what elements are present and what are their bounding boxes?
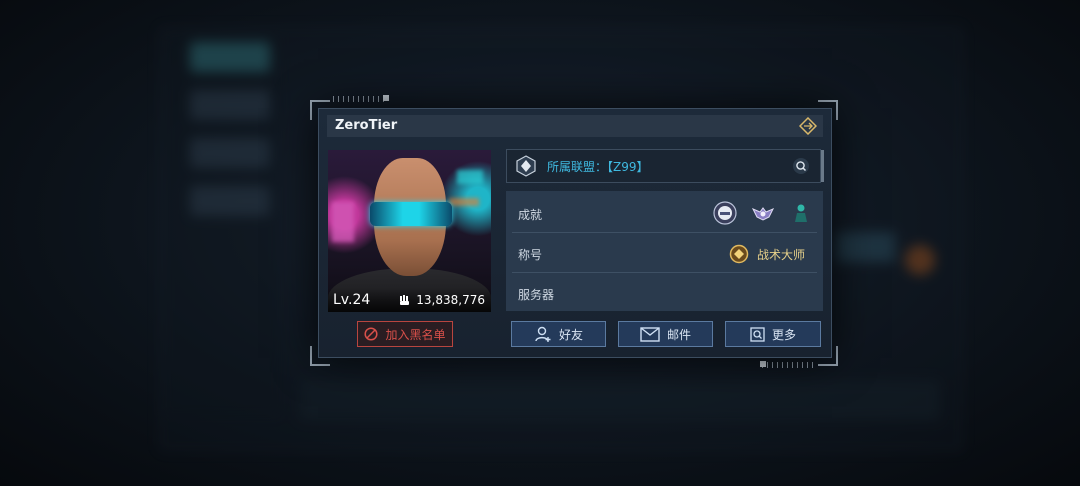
player-name: ZeroTier bbox=[335, 118, 398, 133]
more-label: 更多 bbox=[771, 327, 796, 342]
avatar-neon-light bbox=[332, 202, 354, 242]
ban-icon bbox=[364, 327, 379, 341]
add-friend-button[interactable]: 好友 bbox=[511, 321, 606, 347]
background-pill bbox=[190, 186, 270, 216]
title-row: 称号 战术大师 bbox=[512, 233, 817, 273]
player-info-panel: 所属联盟：【Z99】 成就 称号 战术大师 服务器 bbox=[506, 149, 824, 311]
frame-ticks bbox=[333, 95, 389, 102]
friend-label: 好友 bbox=[558, 327, 583, 342]
search-icon[interactable] bbox=[792, 157, 810, 175]
power-display: 13,838,776 bbox=[399, 293, 485, 307]
background-pill bbox=[190, 42, 270, 72]
title-label: 称号 bbox=[518, 248, 543, 262]
background-pill bbox=[190, 138, 270, 168]
server-row: 服务器 bbox=[512, 273, 817, 312]
mail-button[interactable]: 邮件 bbox=[618, 321, 713, 347]
player-profile-dialog: ZeroTier Lv.24 13,838,776 所属联盟：【Z99】 成就 … bbox=[318, 108, 832, 358]
frame-ticks bbox=[760, 361, 816, 368]
dialog-title-bar: ZeroTier bbox=[327, 115, 823, 137]
background-accent bbox=[905, 245, 935, 275]
achievement-badges bbox=[713, 201, 813, 225]
avatar-glasses bbox=[370, 202, 452, 226]
diamond-arrow-icon[interactable] bbox=[799, 117, 817, 135]
avatar-neon-light bbox=[457, 170, 483, 184]
title-value: 战术大师 bbox=[756, 247, 805, 262]
more-search-icon bbox=[750, 326, 765, 342]
blacklist-label: 加入黑名单 bbox=[385, 327, 446, 342]
avatar-neon-light bbox=[449, 198, 479, 206]
achievement-label: 成就 bbox=[518, 208, 543, 222]
helmet-badge-icon[interactable] bbox=[713, 201, 737, 225]
more-button[interactable]: 更多 bbox=[725, 321, 821, 347]
background-button bbox=[835, 232, 895, 262]
info-list: 成就 称号 战术大师 服务器 bbox=[506, 191, 823, 311]
wings-badge-icon[interactable] bbox=[751, 201, 775, 225]
power-value: 13,838,776 bbox=[416, 293, 485, 307]
mail-icon bbox=[640, 326, 660, 342]
figure-badge-icon[interactable] bbox=[789, 201, 813, 225]
alliance-label: 所属联盟：【Z99】 bbox=[547, 160, 649, 174]
background-bottom-bar bbox=[300, 380, 940, 420]
title-value-group: 战术大师 bbox=[729, 244, 805, 264]
server-label: 服务器 bbox=[518, 288, 555, 302]
achievement-row: 成就 bbox=[512, 193, 817, 233]
add-friend-icon bbox=[535, 326, 551, 342]
alliance-emblem-icon bbox=[516, 155, 536, 177]
player-level: Lv.24 bbox=[333, 292, 371, 308]
add-to-blacklist-button[interactable]: 加入黑名单 bbox=[357, 321, 453, 347]
mail-label: 邮件 bbox=[666, 327, 691, 342]
background-pill bbox=[190, 90, 270, 120]
player-avatar: Lv.24 13,838,776 bbox=[328, 150, 491, 312]
fist-icon bbox=[400, 294, 410, 305]
tactics-badge-icon bbox=[729, 244, 749, 264]
alliance-row[interactable]: 所属联盟：【Z99】 bbox=[506, 149, 824, 183]
